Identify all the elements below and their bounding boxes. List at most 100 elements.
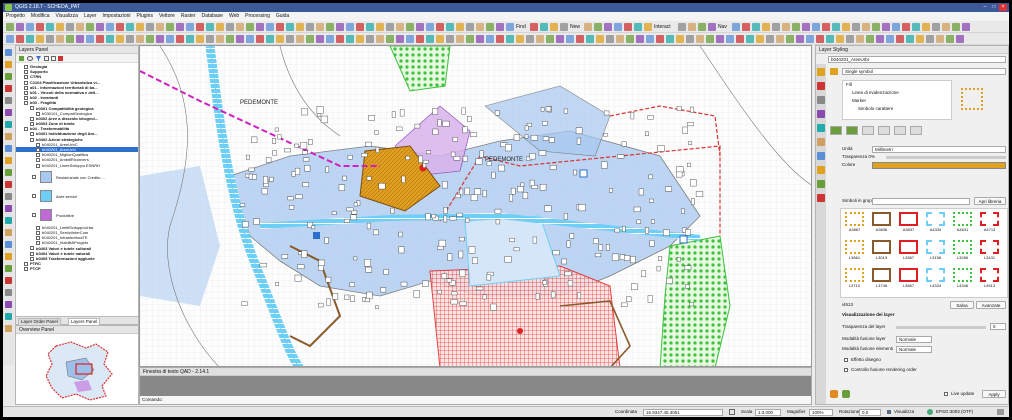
layer-select[interactable]: b040201_AreeUrbI <box>828 56 1006 63</box>
symbol-swatch[interactable] <box>953 268 972 282</box>
toolbar-tool-icon[interactable] <box>326 35 334 43</box>
toolbar-tool-icon[interactable] <box>126 23 134 31</box>
renderer-select[interactable]: Single symbol <box>842 68 1006 75</box>
toolbar-tool-icon[interactable] <box>386 23 394 31</box>
toolbar-tool-icon[interactable] <box>696 35 704 43</box>
feature-blend-select[interactable]: Normale <box>896 346 932 353</box>
toolbar-tool-icon[interactable] <box>106 35 114 43</box>
toolbar-tool-icon[interactable] <box>626 35 634 43</box>
styling-tab-icon[interactable] <box>817 110 825 118</box>
add-layer-icon[interactable] <box>5 49 12 56</box>
toolbar-tool-icon[interactable] <box>116 23 124 31</box>
toolbar-tool-icon[interactable] <box>716 35 724 43</box>
toolbar-tool-icon[interactable] <box>916 35 924 43</box>
add-layer-icon[interactable] <box>5 301 12 308</box>
symbol-swatch[interactable] <box>845 212 864 226</box>
toolbar-tool-icon[interactable] <box>586 35 594 43</box>
symbol-layer-action-icon[interactable] <box>830 126 842 135</box>
toolbar-tool-icon[interactable] <box>698 23 706 31</box>
toolbar-label[interactable]: Nav <box>718 23 727 31</box>
render-checkbox[interactable] <box>887 410 891 414</box>
toolbar-tool-icon[interactable] <box>862 23 870 31</box>
toolbar-tool-icon[interactable] <box>886 35 894 43</box>
toolbar-tool-icon[interactable] <box>156 35 164 43</box>
add-layer-icon[interactable] <box>5 265 12 272</box>
toolbar-tool-icon[interactable] <box>732 23 740 31</box>
lock-icon[interactable] <box>729 409 735 415</box>
toolbar-tool-icon[interactable] <box>246 35 254 43</box>
toolbar-tool-icon[interactable] <box>536 35 544 43</box>
toolbar-tool-icon[interactable] <box>584 23 592 31</box>
toolbar-tool-icon[interactable] <box>456 23 464 31</box>
group-select[interactable] <box>872 198 970 205</box>
symbol-swatch[interactable] <box>926 268 945 282</box>
toolbar-tool-icon[interactable] <box>436 23 444 31</box>
toolbar-tool-icon[interactable] <box>76 35 84 43</box>
toolbar-tool-icon[interactable] <box>604 23 612 31</box>
coordinate-field[interactable]: 16.9347.45.3051 <box>643 409 723 416</box>
toolbar-tool-icon[interactable] <box>116 35 124 43</box>
symbol-layer-item[interactable]: Linea di evidenziazione <box>843 89 951 97</box>
toolbar-tool-icon[interactable] <box>46 35 54 43</box>
toolbar-tool-icon[interactable] <box>266 23 274 31</box>
toolbar-tool-icon[interactable] <box>636 35 644 43</box>
toolbar-tool-icon[interactable] <box>456 35 464 43</box>
toolbar-tool-icon[interactable] <box>614 23 622 31</box>
toolbar-tool-icon[interactable] <box>376 23 384 31</box>
toolbar-tool-icon[interactable] <box>46 23 54 31</box>
render-order-checkbox[interactable] <box>844 368 848 372</box>
toolbar-tool-icon[interactable] <box>816 35 824 43</box>
toolbar-tool-icon[interactable] <box>176 35 184 43</box>
toolbar-tool-icon[interactable] <box>446 35 454 43</box>
toolbar-tool-icon[interactable] <box>236 23 244 31</box>
layer-tree-item[interactable]: PTCP <box>16 266 138 271</box>
menu-item[interactable]: Plugins <box>134 12 156 21</box>
symbol-layer-action-icon[interactable] <box>878 126 890 135</box>
toolbar-tool-icon[interactable] <box>186 35 194 43</box>
remove-layer-icon[interactable] <box>58 56 63 61</box>
toolbar-tool-icon[interactable] <box>876 35 884 43</box>
toolbar-tool-icon[interactable] <box>366 23 374 31</box>
toolbar-tool-icon[interactable] <box>506 35 514 43</box>
menu-item[interactable]: Layer <box>81 12 100 21</box>
toolbar-tool-icon[interactable] <box>326 23 334 31</box>
toolbar-tool-icon[interactable] <box>688 23 696 31</box>
toolbar-tool-icon[interactable] <box>486 23 494 31</box>
toolbar-tool-icon[interactable] <box>706 35 714 43</box>
toolbar-tool-icon[interactable] <box>566 35 574 43</box>
symbol-swatch[interactable] <box>872 268 891 282</box>
toolbar-tool-icon[interactable] <box>96 35 104 43</box>
toolbar-tool-icon[interactable] <box>166 23 174 31</box>
toolbar-tool-icon[interactable] <box>276 35 284 43</box>
toolbar-tool-icon[interactable] <box>256 35 264 43</box>
toolbar-tool-icon[interactable] <box>366 35 374 43</box>
toolbar-tool-icon[interactable] <box>594 23 602 31</box>
toolbar-tool-icon[interactable] <box>624 23 632 31</box>
scale-field[interactable]: 1:3.000 <box>755 409 781 416</box>
toolbar-tool-icon[interactable] <box>776 35 784 43</box>
toolbar-tool-icon[interactable] <box>812 23 820 31</box>
symbol-swatch[interactable] <box>926 212 945 226</box>
menu-item[interactable]: Impostazioni <box>99 12 133 21</box>
layer-rendering-header[interactable]: Visualizzazione dei layer <box>842 312 894 318</box>
styling-tab-icon[interactable] <box>817 180 825 188</box>
toolbar-tool-icon[interactable] <box>540 23 548 31</box>
add-layer-icon[interactable] <box>5 85 12 92</box>
toolbar-tool-icon[interactable] <box>356 35 364 43</box>
add-layer-icon[interactable] <box>5 229 12 236</box>
crs-icon[interactable] <box>927 409 933 415</box>
styling-tab-icon[interactable] <box>817 82 825 90</box>
layer-transparency-slider[interactable] <box>896 326 986 329</box>
layer-visibility-checkbox[interactable] <box>24 267 28 272</box>
crs-label[interactable]: EPSG:3003 (OTF) <box>936 409 973 415</box>
menu-item[interactable]: Raster <box>178 12 199 21</box>
toolbar-tool-icon[interactable] <box>946 35 954 43</box>
add-group-icon[interactable] <box>19 56 24 61</box>
toolbar-tool-icon[interactable] <box>376 35 384 43</box>
add-layer-icon[interactable] <box>5 61 12 68</box>
toolbar-tool-icon[interactable] <box>346 23 354 31</box>
toolbar-tool-icon[interactable] <box>836 35 844 43</box>
expand-all-icon[interactable] <box>44 56 49 61</box>
toolbar-tool-icon[interactable] <box>316 23 324 31</box>
toolbar-tool-icon[interactable] <box>286 23 294 31</box>
